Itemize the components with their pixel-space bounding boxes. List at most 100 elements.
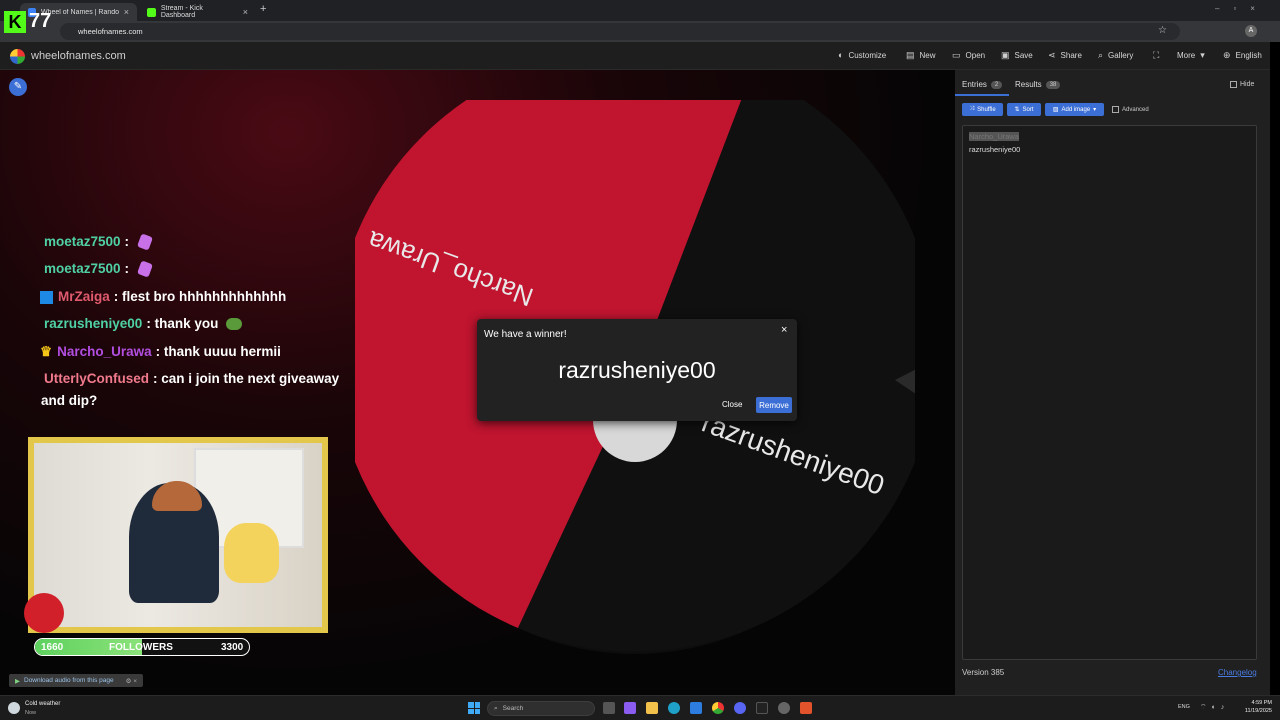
store-icon[interactable] bbox=[690, 702, 702, 714]
save-button[interactable]: ▣ Save bbox=[1001, 50, 1033, 61]
new-tab-icon[interactable]: + bbox=[260, 3, 266, 15]
hide-toggle[interactable]: Hide bbox=[1230, 81, 1254, 88]
entries-textarea[interactable]: Narcho_Urawa razrusheniye00 bbox=[962, 125, 1257, 660]
sort-button[interactable]: ⇅ Sort bbox=[1007, 103, 1041, 116]
site-name[interactable]: wheelofnames.com bbox=[31, 50, 126, 62]
share-button[interactable]: ⋖ Share bbox=[1048, 50, 1082, 61]
windows-start-icon[interactable] bbox=[468, 702, 480, 714]
taskbar: Cold weather Now ⌕ Search ENG ⌔◐♪ 4:59 PM… bbox=[0, 695, 1280, 720]
new-button[interactable]: ▤ New bbox=[906, 50, 936, 61]
entry-line: Narcho_Urawa bbox=[969, 132, 1020, 141]
entry-line: razrusheniye00 bbox=[969, 145, 1021, 154]
chat-separator: : bbox=[155, 344, 161, 359]
kick-logo-icon: K bbox=[4, 10, 26, 33]
dialog-title: We have a winner! bbox=[484, 329, 567, 340]
file-explorer-icon[interactable] bbox=[646, 702, 658, 714]
palette-icon: ◐ bbox=[838, 50, 844, 60]
gallery-label: Gallery bbox=[1108, 51, 1134, 60]
shuffle-button[interactable]: ⤨ Shuffle bbox=[962, 103, 1003, 116]
chat-separator: : bbox=[153, 371, 158, 386]
add-image-button[interactable]: ▨ Add image ▾ bbox=[1045, 103, 1104, 116]
edge-icon[interactable] bbox=[668, 702, 680, 714]
customize-label: Customize bbox=[848, 50, 887, 60]
folder-icon: ▭ bbox=[952, 50, 961, 60]
advanced-toggle[interactable]: Advanced bbox=[1112, 106, 1149, 113]
chevron-down-icon: ▾ bbox=[1200, 50, 1205, 60]
chat-username: UtterlyConfused bbox=[44, 371, 150, 386]
remove-button[interactable]: Remove bbox=[756, 397, 792, 413]
tab-results[interactable]: Results 38 bbox=[1015, 80, 1061, 89]
url-field[interactable]: wheelofnames.com bbox=[60, 23, 1180, 40]
chat-message: MrZaiga: flest bro hhhhhhhhhhhhh bbox=[40, 289, 286, 304]
discord-icon[interactable] bbox=[734, 702, 746, 714]
winner-name: razrusheniye00 bbox=[558, 357, 716, 383]
tab-entries[interactable]: Entries 2 bbox=[962, 80, 1003, 89]
tab-results-label: Results bbox=[1015, 80, 1042, 89]
chevron-down-icon: ▾ bbox=[1093, 107, 1097, 113]
settings-gear-icon[interactable] bbox=[778, 702, 790, 714]
open-button[interactable]: ▭ Open bbox=[952, 50, 985, 61]
system-tray-icons[interactable]: ⌔◐♪ bbox=[1200, 703, 1229, 712]
save-icon: ▣ bbox=[1001, 50, 1010, 60]
fullscreen-icon: ⛶ bbox=[1153, 50, 1160, 60]
gallery-button[interactable]: ⌕ Gallery bbox=[1098, 50, 1133, 61]
fullscreen-button[interactable]: ⛶ bbox=[1153, 50, 1159, 61]
search-placeholder: Search bbox=[502, 705, 524, 712]
badge-icon bbox=[40, 290, 53, 304]
terminal-icon[interactable] bbox=[756, 702, 768, 714]
app-header: wheelofnames.com ◐ Customize ▤ New ▭ Open ▣… bbox=[0, 42, 1270, 70]
bookmark-star-icon[interactable]: ☆ bbox=[1158, 25, 1167, 36]
advanced-checkbox[interactable] bbox=[1112, 106, 1119, 113]
tab-title: Wheel of Names | Random nam bbox=[40, 8, 119, 16]
close-icon[interactable]: ⚙ × bbox=[126, 677, 137, 685]
taskbar-search[interactable]: ⌕ Search bbox=[487, 701, 595, 716]
language-label: English bbox=[1235, 51, 1262, 60]
clock-time[interactable]: 4:59 PM bbox=[1240, 700, 1272, 706]
share-label: Share bbox=[1060, 51, 1082, 60]
window-controls[interactable]: –▫× bbox=[1215, 4, 1269, 13]
winner-dialog: We have a winner! × razrusheniye00 Close… bbox=[477, 319, 797, 421]
chat-message: moetaz7500: bbox=[44, 233, 153, 252]
weather-icon bbox=[8, 702, 20, 714]
more-label: More bbox=[1177, 51, 1196, 60]
close-tab-icon[interactable]: × bbox=[243, 7, 248, 17]
chrome-icon[interactable] bbox=[712, 702, 724, 714]
followers-goal-bar: 1660 FOLLOWERS 3300 bbox=[34, 638, 250, 656]
edit-pencil-icon[interactable]: ✎ bbox=[9, 78, 27, 96]
sort-icon: ⇅ bbox=[1014, 107, 1020, 113]
chat-username: Narcho_Urawa bbox=[57, 344, 152, 359]
changelog-link[interactable]: Changelog bbox=[1218, 668, 1257, 677]
wheel-logo-icon bbox=[10, 49, 25, 64]
clock-date: 11/19/2025 bbox=[1244, 708, 1272, 714]
language-indicator[interactable]: ENG bbox=[1178, 704, 1190, 710]
tab-kick-dashboard[interactable]: Stream - Kick Dashboard × bbox=[139, 3, 256, 21]
weather-title[interactable]: Cold weather bbox=[25, 701, 60, 707]
language-selector[interactable]: ⊕ English bbox=[1223, 50, 1262, 61]
hide-checkbox[interactable] bbox=[1230, 81, 1237, 88]
chat-text: thank uuuu hermii bbox=[163, 344, 281, 359]
play-icon: ▶ bbox=[15, 677, 20, 685]
close-tab-icon[interactable]: × bbox=[124, 7, 129, 17]
app-icon[interactable] bbox=[624, 702, 636, 714]
new-file-icon: ▤ bbox=[906, 50, 915, 60]
customize-button[interactable]: ◐ Customize bbox=[838, 50, 886, 60]
brave-icon[interactable] bbox=[800, 702, 812, 714]
weather-sub: Now bbox=[25, 710, 37, 716]
browser-tab-bar: Wheel of Names | Random nam × Stream - K… bbox=[0, 0, 1280, 21]
chat-separator: : bbox=[124, 234, 130, 249]
tab-entries-label: Entries bbox=[962, 80, 987, 89]
more-menu[interactable]: More ▾ bbox=[1177, 50, 1205, 61]
crown-badge-icon: ♛ bbox=[40, 344, 53, 359]
new-label: New bbox=[919, 51, 936, 60]
followers-current: 1660 bbox=[41, 642, 64, 653]
chat-separator: : bbox=[124, 261, 130, 276]
emote-icon bbox=[136, 233, 153, 252]
profile-avatar[interactable]: A bbox=[1245, 25, 1257, 37]
chat-message: ♛ Narcho_Urawa: thank uuuu hermii bbox=[40, 344, 281, 360]
download-audio-bar[interactable]: ▶ Download audio from this page ⚙ × bbox=[9, 674, 144, 687]
hide-label: Hide bbox=[1240, 81, 1255, 88]
close-button[interactable]: Close bbox=[722, 400, 742, 409]
task-view-icon[interactable] bbox=[603, 702, 615, 714]
viewer-count: 77 bbox=[29, 10, 52, 32]
close-icon[interactable]: × bbox=[781, 324, 787, 336]
